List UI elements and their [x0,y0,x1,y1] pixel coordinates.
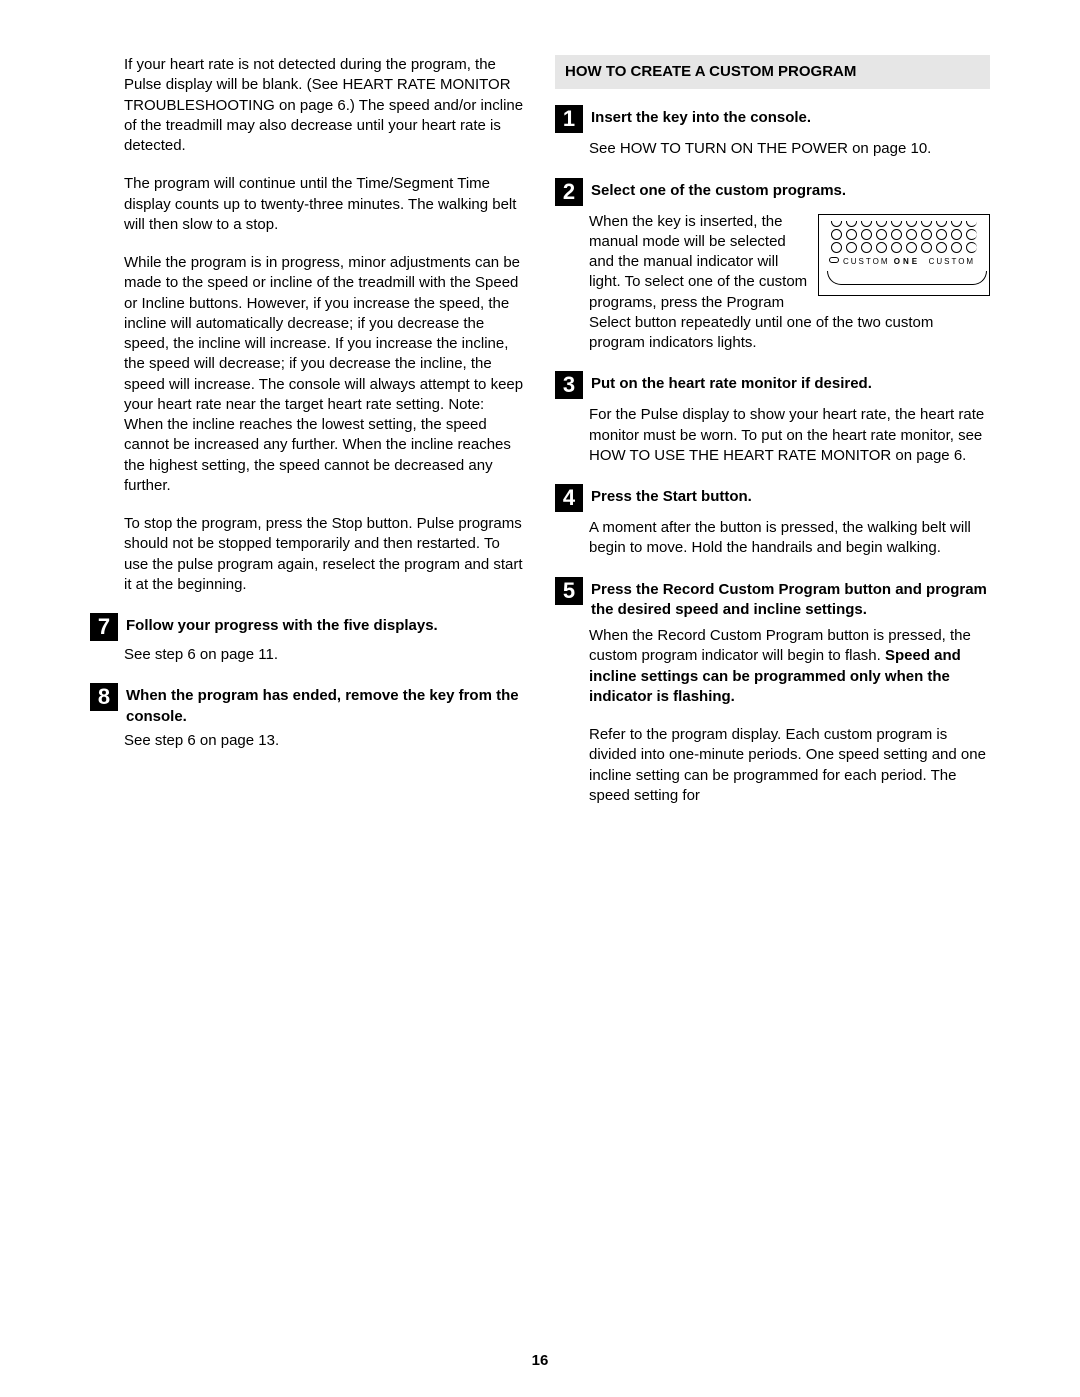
step-8: 8 When the program has ended, remove the… [90,683,525,727]
diagram-row [825,242,989,253]
step-5: 5 Press the Record Custom Program button… [555,577,990,621]
diagram-row [825,229,989,240]
page-content: If your heart rate is not detected durin… [0,0,1080,864]
step-body: When the Record Custom Program button is… [589,626,990,707]
step-title: Put on the heart rate monitor if desired… [591,371,990,394]
console-diagram: CUSTOM ONE CUSTOM [818,214,990,296]
step-1: 1 Insert the key into the console. [555,105,990,133]
paragraph: If your heart rate is not detected durin… [124,55,525,156]
step-body-text: When the key is inserted, the manual mod… [589,213,807,291]
step-number-box: 4 [555,484,583,512]
step-3: 3 Put on the heart rate monitor if desir… [555,371,990,399]
step-number-box: 5 [555,577,583,605]
paragraph: To stop the program, press the Stop butt… [124,514,525,595]
label-custom2: CUSTOM [929,257,976,268]
label-custom: CUSTOM [843,257,890,268]
step-number-box: 7 [90,613,118,641]
key-icon [829,257,839,263]
step-body-text: programs, press the Program Select butto… [589,294,933,352]
step-body: A moment after the button is pressed, th… [589,518,990,559]
left-column: If your heart rate is not detected durin… [90,55,525,824]
step-body: CUSTOM ONE CUSTOM When the key is insert… [589,212,990,354]
step-title: Follow your progress with the five displ… [126,613,525,636]
step-7: 7 Follow your progress with the five dis… [90,613,525,641]
step-body: See step 6 on page 13. [124,731,525,751]
step-number-box: 2 [555,178,583,206]
step-title: Press the Record Custom Program button a… [591,577,990,621]
paragraph: The program will continue until the Time… [124,174,525,235]
step-number-box: 8 [90,683,118,711]
step-title: Press the Start button. [591,484,990,507]
diagram-labels: CUSTOM ONE CUSTOM [825,257,989,268]
step-body: Refer to the program display. Each custo… [589,725,990,806]
step-body: For the Pulse display to show your heart… [589,405,990,466]
step-number-box: 3 [555,371,583,399]
step-4: 4 Press the Start button. [555,484,990,512]
right-column: HOW TO CREATE A CUSTOM PROGRAM 1 Insert … [555,55,990,824]
step-body: See step 6 on page 11. [124,645,525,665]
step-title: When the program has ended, remove the k… [126,683,525,727]
paragraph: While the program is in progress, minor … [124,253,525,496]
section-header: HOW TO CREATE A CUSTOM PROGRAM [555,55,990,89]
step-2: 2 Select one of the custom programs. [555,178,990,206]
diagram-row [825,221,989,227]
step-number-box: 1 [555,105,583,133]
step-body: See HOW TO TURN ON THE POWER on page 10. [589,139,990,159]
step-title: Insert the key into the console. [591,105,990,128]
label-one: ONE [894,257,920,268]
diagram-curve [827,271,987,285]
page-number: 16 [0,1351,1080,1371]
step-title: Select one of the custom programs. [591,178,990,201]
